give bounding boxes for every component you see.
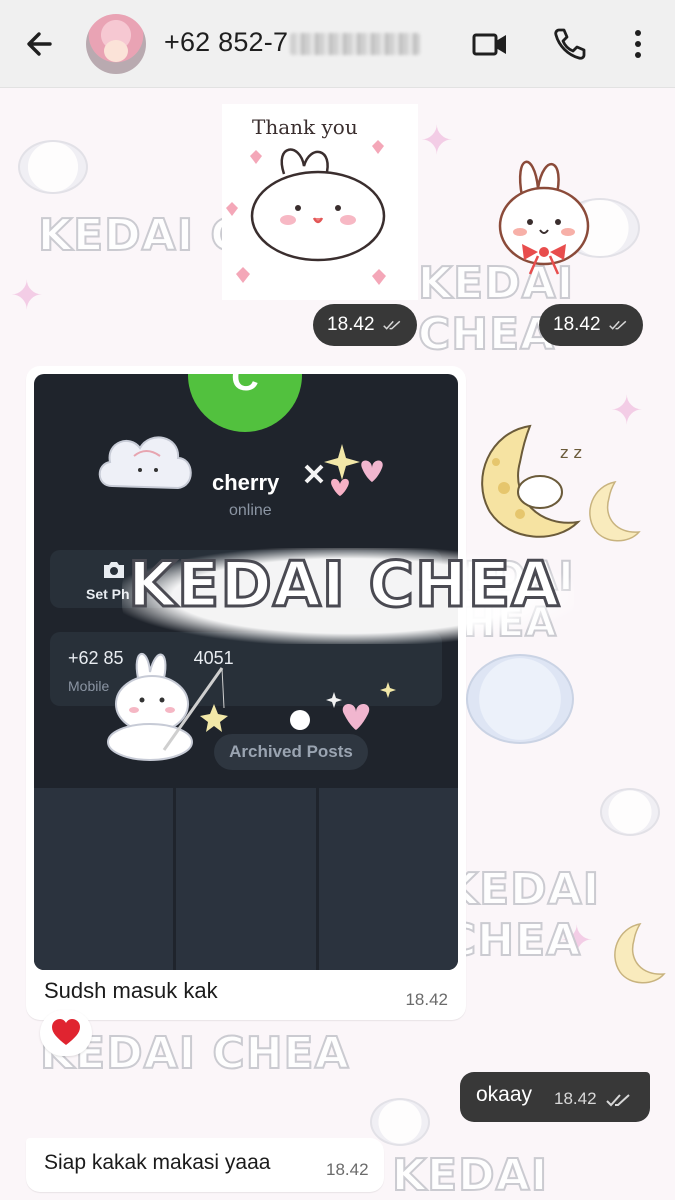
incoming-message[interactable]: Siap kakak makasi yaaa 18.42	[26, 1138, 384, 1192]
message-time: 18.42	[553, 314, 601, 335]
archived-posts-button: Archived Posts	[214, 734, 368, 770]
back-arrow-icon[interactable]	[20, 24, 60, 64]
svg-text:z z: z z	[560, 443, 582, 462]
sticker-text: Thank you	[252, 115, 358, 139]
cloud-doodle	[18, 140, 88, 194]
bunny-heart-sticker[interactable]	[478, 142, 608, 282]
screenshot-status: online	[229, 502, 272, 519]
screenshot-contact-name: cherry	[212, 470, 280, 495]
sparkle-icon: ✦	[610, 389, 644, 433]
more-vert-icon[interactable]	[620, 24, 660, 64]
chat-header: +62 852-7	[0, 0, 675, 88]
doodle-sparkles	[304, 444, 383, 496]
sticker-time-pill: 18.42	[313, 304, 417, 346]
contact-phone-text: +62 852-7	[164, 27, 289, 57]
grid-cell	[318, 788, 458, 970]
message-time: 18.42	[554, 1089, 597, 1108]
grid-cell	[34, 788, 174, 970]
read-double-check-icon	[606, 1094, 630, 1107]
moon-doodle	[589, 480, 641, 542]
attached-screenshot[interactable]: C cherry online Set Ph +62 85 4051 Mobil…	[34, 374, 458, 970]
thank-you-bunny-sticker[interactable]: Thank you	[222, 104, 418, 300]
sparkle-icon: ✦	[420, 119, 454, 163]
message-time: 18.42	[326, 1160, 369, 1179]
heart-icon	[52, 1019, 80, 1045]
moon-doodle: z z	[481, 424, 582, 538]
outgoing-message[interactable]: okaay 18.42	[460, 1072, 650, 1122]
contact-phone[interactable]: +62 852-7	[164, 27, 421, 58]
message-text: Sudsh masuk kak	[44, 978, 218, 1003]
cloud-doodle	[370, 1098, 430, 1146]
phone-call-icon[interactable]	[550, 24, 590, 64]
message-text: Siap kakak makasi yaaa	[44, 1151, 271, 1174]
incoming-image-message[interactable]: C cherry online Set Ph +62 85 4051 Mobil…	[26, 366, 466, 1020]
watermark-text: KEDAI CHEA	[443, 863, 601, 967]
read-double-check-icon	[382, 320, 400, 330]
cloud-doodle	[600, 788, 660, 836]
message-time: 18.42	[327, 314, 375, 335]
redacted-blur	[290, 32, 421, 55]
contact-avatar[interactable]	[86, 14, 146, 74]
heart-reaction[interactable]	[40, 1010, 92, 1056]
cloud-doodle	[466, 654, 574, 744]
watermark-text: KEDAI CHEA	[391, 1149, 549, 1200]
grid-cell	[176, 788, 316, 970]
message-time: 18.42	[405, 990, 448, 1009]
message-text: okaay	[476, 1083, 533, 1106]
read-double-check-icon	[608, 320, 626, 330]
screenshot-avatar: C	[188, 374, 302, 432]
cloud-doodle	[98, 436, 192, 490]
sticker-time-pill: 18.42	[539, 304, 643, 346]
big-watermark: KEDAI CHEA	[126, 547, 561, 623]
sparkle-icon: ✦	[10, 274, 44, 318]
video-call-icon[interactable]	[470, 24, 510, 64]
screenshot-post-grid	[34, 788, 458, 970]
